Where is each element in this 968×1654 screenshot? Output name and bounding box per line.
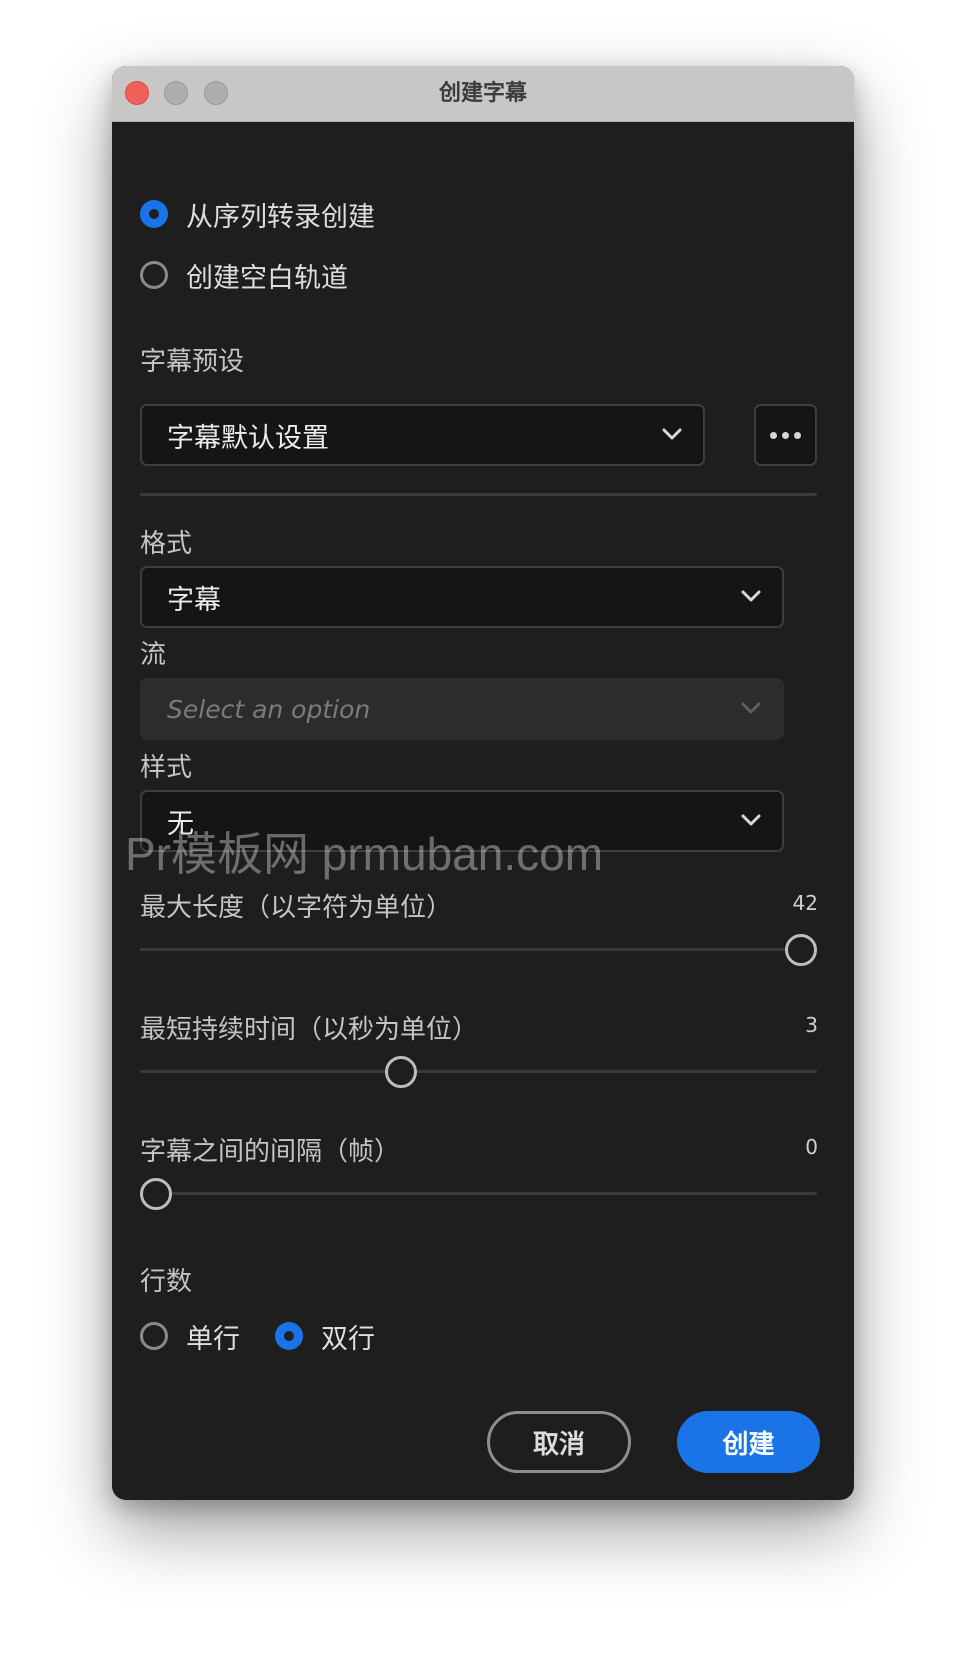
- stream-dropdown: Select an option: [140, 678, 784, 740]
- min-duration-value: 3: [805, 1013, 818, 1037]
- radio-label: 双行: [321, 1323, 375, 1355]
- ellipsis-icon: [794, 431, 801, 439]
- min-duration-slider-track[interactable]: [140, 1070, 817, 1073]
- radio-single-line[interactable]: 单行: [140, 1318, 240, 1355]
- preset-more-button[interactable]: [754, 404, 817, 466]
- radio-blank-track[interactable]: 创建空白轨道: [140, 257, 348, 294]
- radio-label: 单行: [186, 1323, 240, 1355]
- style-label: 样式: [140, 753, 193, 783]
- gap-frames-value: 0: [805, 1135, 818, 1159]
- stream-placeholder: Select an option: [167, 694, 371, 724]
- max-length-value: 42: [792, 891, 818, 915]
- chevron-down-icon: [741, 590, 761, 602]
- radio-button[interactable]: [140, 261, 168, 289]
- min-duration-slider-thumb[interactable]: [385, 1056, 418, 1088]
- chevron-down-icon: [741, 814, 761, 826]
- radio-button[interactable]: [140, 1322, 168, 1350]
- gap-frames-slider-track[interactable]: [140, 1192, 817, 1195]
- gap-frames-slider-thumb[interactable]: [140, 1178, 172, 1210]
- max-length-label: 最大长度（以字符为单位）: [140, 893, 453, 923]
- radio-double-line[interactable]: 双行: [275, 1318, 375, 1355]
- title-bar[interactable]: 创建字幕: [112, 66, 854, 122]
- section-divider: [140, 493, 817, 496]
- max-length-slider-track[interactable]: [140, 948, 817, 951]
- radio-button-selected[interactable]: [140, 200, 168, 228]
- radio-label: 从序列转录创建: [186, 201, 375, 233]
- radio-transcribe-sequence[interactable]: 从序列转录创建: [140, 196, 375, 233]
- chevron-down-icon: [662, 428, 682, 440]
- radio-button-selected[interactable]: [275, 1322, 303, 1350]
- lines-label: 行数: [140, 1267, 193, 1297]
- stream-label: 流: [140, 640, 167, 670]
- preset-dropdown[interactable]: 字幕默认设置: [140, 404, 705, 466]
- window-title: 创建字幕: [438, 81, 527, 106]
- ellipsis-icon: [782, 431, 789, 439]
- format-label: 格式: [140, 529, 193, 559]
- format-dropdown[interactable]: 字幕: [140, 566, 784, 628]
- max-length-slider-thumb[interactable]: [785, 934, 817, 966]
- gap-frames-label: 字幕之间的间隔（帧）: [140, 1137, 401, 1167]
- chevron-down-icon: [741, 702, 761, 714]
- min-duration-label: 最短持续时间（以秒为单位）: [140, 1015, 479, 1045]
- format-value: 字幕: [167, 584, 221, 616]
- ellipsis-icon: [770, 431, 777, 439]
- style-value: 无: [167, 808, 194, 840]
- create-captions-dialog: 创建字幕 从序列转录创建 创建空白轨道 字幕预设 字幕默认设置 格式 字幕 流 …: [112, 66, 854, 1500]
- preset-value: 字幕默认设置: [167, 422, 329, 454]
- preset-label: 字幕预设: [140, 347, 245, 377]
- dialog-content: 从序列转录创建 创建空白轨道 字幕预设 字幕默认设置 格式 字幕 流 Selec…: [112, 121, 854, 1500]
- create-button[interactable]: 创建: [677, 1411, 820, 1473]
- style-dropdown[interactable]: 无: [140, 790, 784, 852]
- radio-label: 创建空白轨道: [186, 262, 348, 294]
- cancel-button[interactable]: 取消: [487, 1411, 631, 1473]
